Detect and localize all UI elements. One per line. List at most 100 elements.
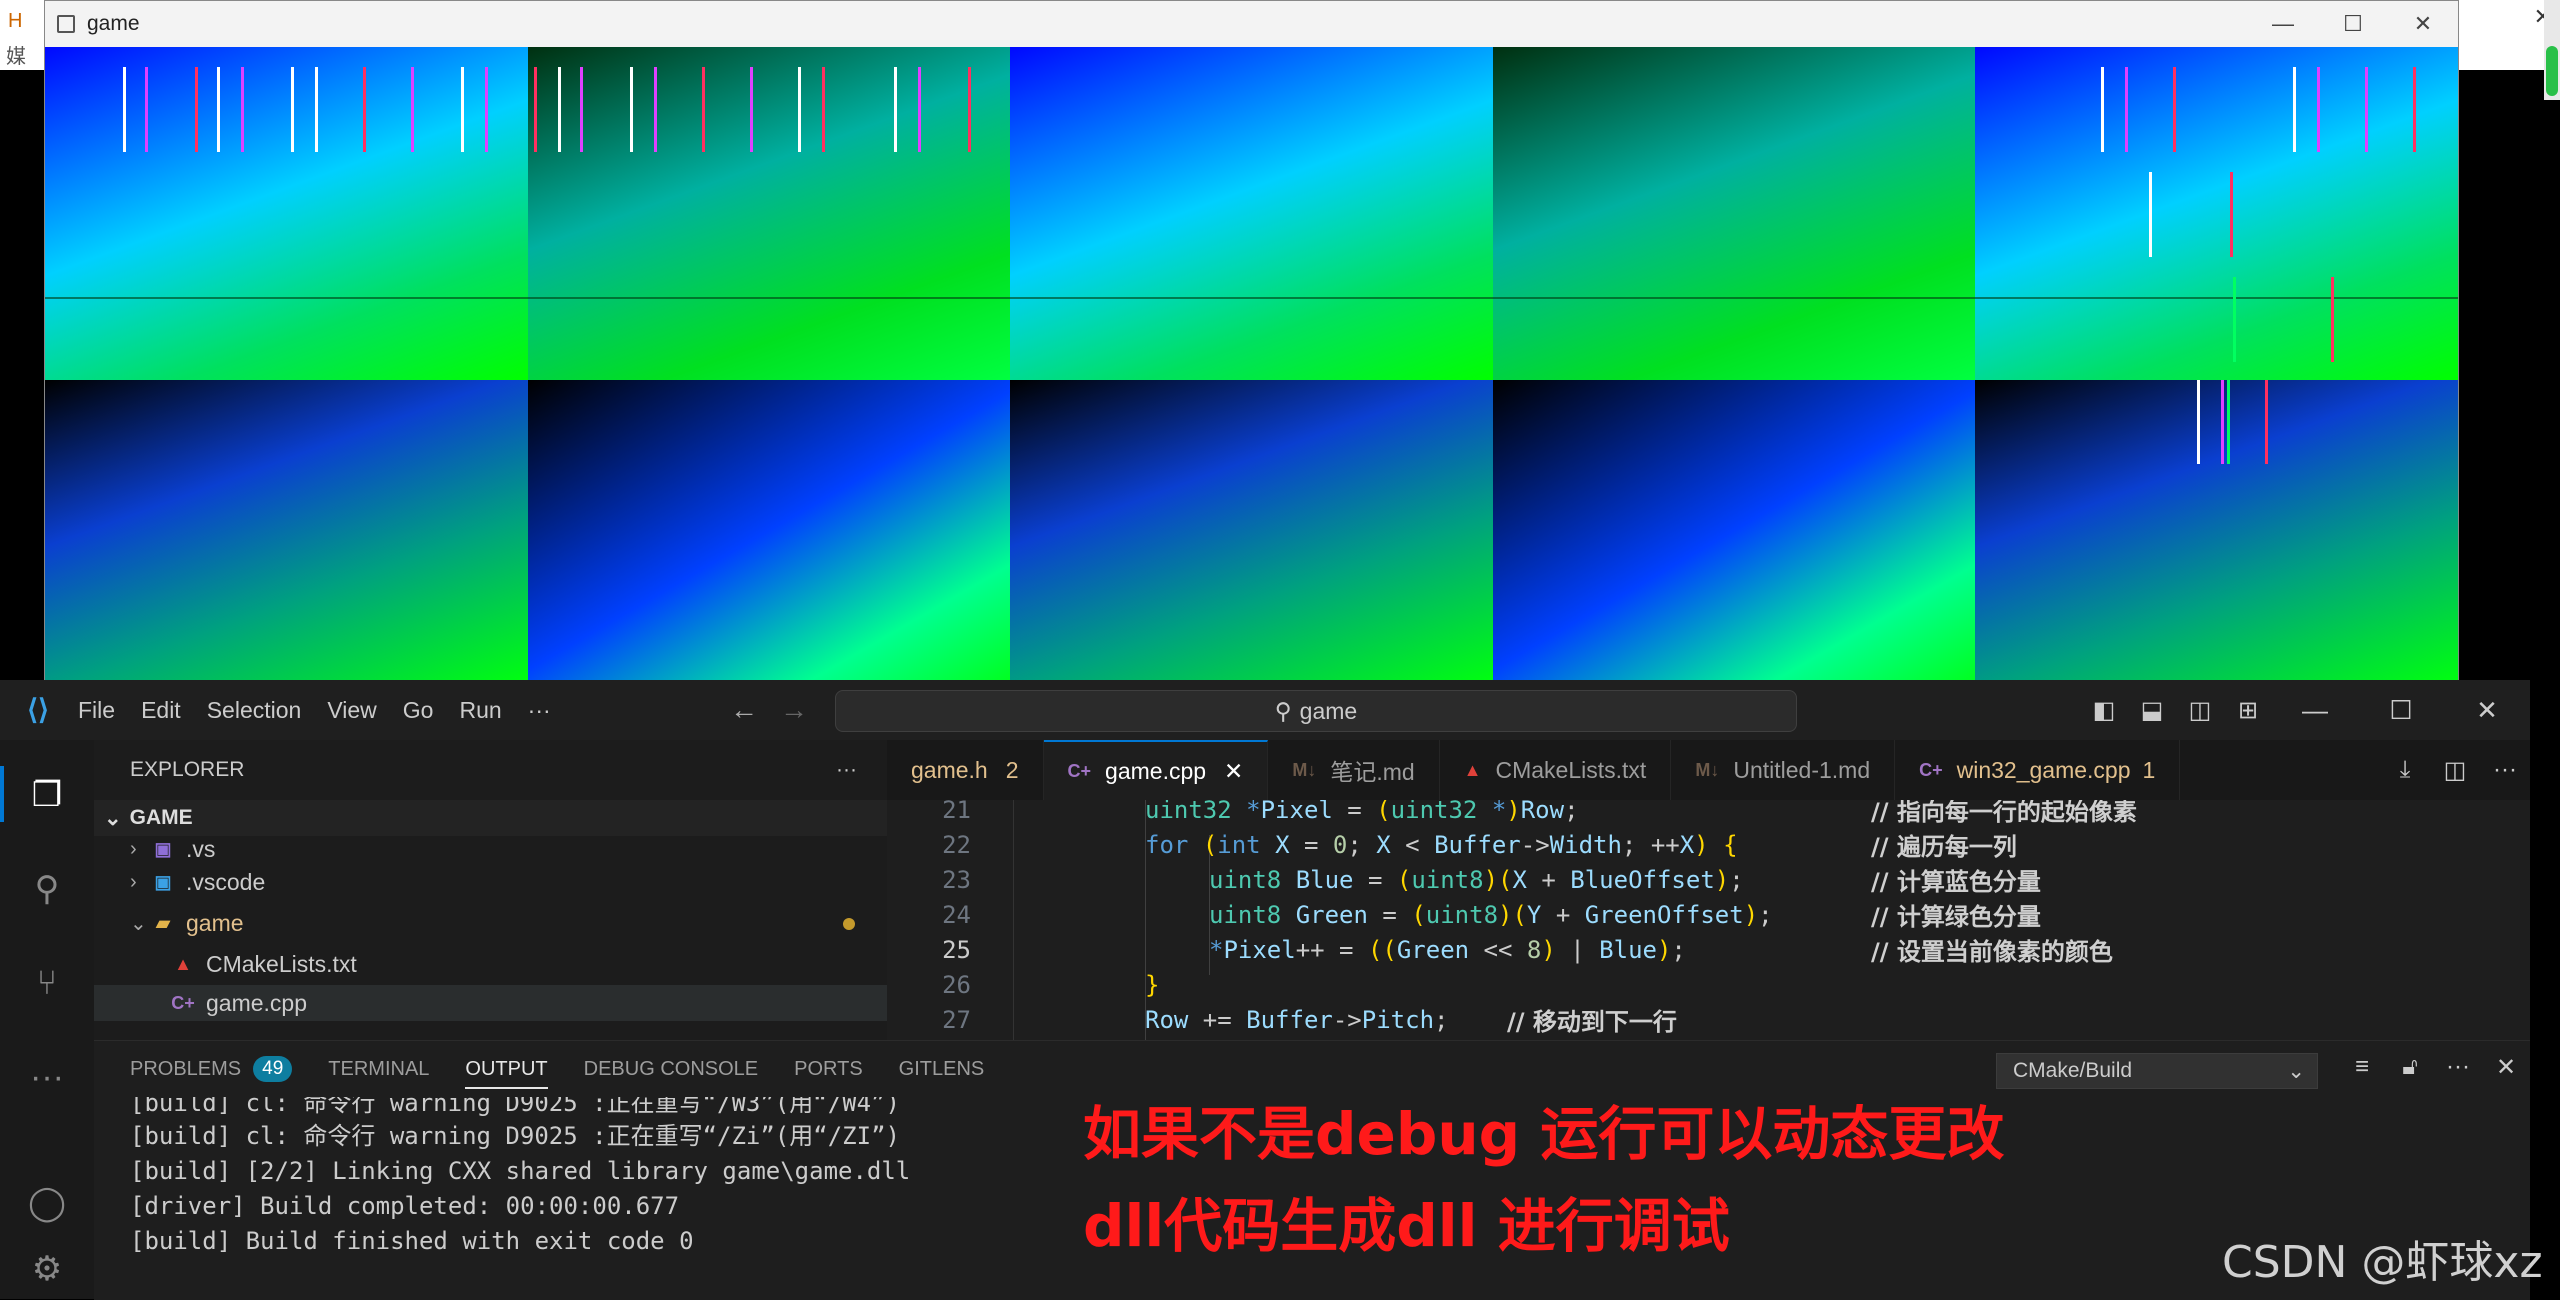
vscode-minimize-button[interactable]: — (2272, 695, 2358, 726)
forward-arrow-icon[interactable]: → (780, 694, 808, 726)
cmake-icon: ▲ (1463, 759, 1482, 780)
editor-more-icon[interactable]: ··· (2480, 756, 2530, 784)
vscode-close-button[interactable]: ✕ (2444, 695, 2530, 726)
tab-game-h[interactable]: game.h 2 (887, 740, 1044, 800)
code-comment: // 指向每一行的起始像素 (1871, 800, 2137, 826)
toggle-panel-icon[interactable]: ⬓ (2128, 696, 2176, 725)
settings-gear-icon[interactable]: ⚙ (24, 1246, 70, 1292)
tree-label: .vscode (186, 869, 266, 895)
close-button[interactable]: ✕ (2388, 1, 2458, 47)
tab-debug-console[interactable]: DEBUG CONSOLE (584, 1058, 758, 1081)
menu-view[interactable]: View (327, 697, 376, 724)
account-icon[interactable]: ◯ (24, 1180, 70, 1226)
code-comment: // 设置当前像素的颜色 (1871, 938, 2113, 966)
output-channel-select[interactable]: CMake/Build ⌄ (1996, 1053, 2318, 1089)
code-comment: // 计算绿色分量 (1871, 903, 2041, 931)
menu-go[interactable]: Go (403, 697, 434, 724)
tab-cmakelists[interactable]: ▲ CMakeLists.txt (1440, 740, 1672, 800)
code-editor[interactable]: 21 uint32 *Pixel = (uint32 *)Row; // 指向每… (887, 800, 2530, 1040)
folder-icon: ▣ (154, 838, 172, 859)
tab-win32-game-cpp[interactable]: C+ win32_game.cpp 1 (1895, 740, 2181, 800)
tab-problems[interactable]: PROBLEMS 49 (130, 1056, 293, 1082)
bg-scrollbar-thumb[interactable] (2546, 46, 2558, 96)
workspace-section[interactable]: ⌄ GAME (94, 800, 887, 836)
game-window-title: game (87, 12, 140, 35)
tab-close-icon[interactable]: ✕ (1224, 758, 1243, 785)
menu-selection[interactable]: Selection (207, 697, 302, 724)
source-control-icon[interactable]: ⑂ (24, 960, 70, 1006)
code-line: 24 uint8 Green = (uint8)(Y + GreenOffset… (887, 897, 2530, 932)
toggle-secondary-sidebar-icon[interactable]: ◫ (2176, 696, 2224, 725)
vscode-maximize-button[interactable]: ☐ (2358, 695, 2444, 726)
command-center-search[interactable]: ⚲ game (835, 690, 1797, 732)
tree-item-game-folder[interactable]: ⌄ ▰ game (94, 903, 887, 944)
watermark: CSDN @虾球xz (2222, 1237, 2543, 1288)
menu-run[interactable]: Run (459, 697, 501, 724)
chevron-down-icon: ⌄ (104, 806, 122, 830)
markdown-icon: M↓ (1292, 759, 1317, 780)
tree-item-game-cpp[interactable]: C+ game.cpp (94, 985, 887, 1021)
tree-label: .vs (186, 836, 216, 862)
maximize-button[interactable]: ☐ (2318, 1, 2388, 47)
back-arrow-icon[interactable]: ← (730, 694, 758, 726)
annotation-line: dll代码生成dll 进行调试 (1083, 1192, 1730, 1260)
explorer-header: EXPLORER ··· (94, 740, 887, 800)
game-render-canvas[interactable] (45, 47, 2458, 681)
explorer-more-button[interactable]: ··· (836, 758, 857, 782)
tree-item-cmakelists[interactable]: ▲ CMakeLists.txt (94, 944, 887, 985)
code-line: 21 uint32 *Pixel = (uint32 *)Row; // 指向每… (887, 800, 2530, 827)
open-folder-icon: ▰ (156, 913, 170, 933)
clear-output-icon[interactable]: ≡ (2338, 1053, 2386, 1082)
tree-item-vscode[interactable]: › ▣ .vscode (94, 862, 887, 903)
tab-notes-md[interactable]: M↓ 笔记.md (1268, 740, 1440, 800)
modified-dot (843, 917, 855, 930)
lock-scroll-icon[interactable]: 🔓︎ (2386, 1053, 2434, 1082)
chevron-down-icon: ⌄ (2287, 1059, 2305, 1083)
code-comment: // 移动到下一行 (1507, 1008, 1677, 1036)
tab-label: game.cpp (1105, 757, 1207, 784)
customize-layout-icon[interactable]: ⊞ (2224, 696, 2272, 725)
panel-more-icon[interactable]: ··· (2434, 1053, 2482, 1082)
tab-label: 笔记.md (1330, 759, 1415, 785)
annotation-line: 如果不是debug 运行可以动态更改 (1083, 1100, 2005, 1168)
bg-window-icon: H (8, 10, 23, 32)
output-log[interactable]: [build] cl: 命令行 warning D9025 :正在重写“/W3”… (130, 1097, 910, 1259)
problem-count-badge: 1 (2142, 756, 2156, 783)
gradient-tile (1010, 380, 1493, 681)
more-views-icon[interactable]: ··· (24, 1054, 70, 1100)
menu-more[interactable]: ··· (528, 697, 551, 724)
tab-label: Untitled-1.md (1733, 756, 1871, 783)
tab-label: game.h (911, 756, 988, 783)
download-icon[interactable]: ⤓ (2380, 756, 2430, 784)
vscode-logo-icon: ⟨⟩ (27, 694, 49, 725)
minimize-button[interactable]: — (2248, 1, 2318, 47)
code-line: 23 uint8 Blue = (uint8)(X + BlueOffset);… (887, 862, 2530, 897)
gradient-tile (527, 47, 1011, 380)
menu-file[interactable]: File (78, 697, 115, 724)
line-number: 26 (942, 970, 971, 999)
code-line: 27 Row += Buffer->Pitch; // 移动到下一行 (887, 1002, 2530, 1037)
explorer-icon[interactable]: ❐ (24, 772, 70, 818)
tree-item-vs[interactable]: › ▣ .vs (94, 836, 887, 862)
tab-ports[interactable]: PORTS (794, 1058, 863, 1081)
code-comment: // 遍历每一列 (1871, 833, 2017, 861)
gradient-tile (1010, 47, 1493, 380)
search-view-icon[interactable]: ⚲ (24, 866, 70, 912)
line-number: 24 (942, 900, 971, 929)
output-line: [build] cl: 命令行 warning D9025 :正在重写“/W3”… (130, 1097, 900, 1117)
split-editor-icon[interactable]: ◫ (2430, 756, 2480, 785)
tab-gitlens[interactable]: GITLENS (899, 1058, 985, 1081)
tab-game-cpp[interactable]: C+ game.cpp ✕ (1043, 740, 1269, 800)
line-number: 25 (942, 935, 971, 964)
tab-output[interactable]: OUTPUT (465, 1050, 548, 1089)
menu-edit[interactable]: Edit (141, 697, 181, 724)
tab-terminal[interactable]: TERMINAL (328, 1058, 429, 1081)
line-number: 21 (942, 800, 971, 824)
gradient-tile (45, 380, 528, 681)
activity-bar: ❐ ⚲ ⑂ ··· ◯ ⚙ (0, 740, 95, 1299)
tab-untitled-md[interactable]: M↓ Untitled-1.md (1671, 740, 1896, 800)
toggle-sidebar-icon[interactable]: ◧ (2080, 696, 2128, 725)
panel-close-icon[interactable]: ✕ (2482, 1053, 2530, 1082)
gradient-tile (1492, 380, 1976, 681)
code-line-current: 25 *Pixel++ = ((Green << 8) | Blue); // … (887, 932, 2530, 967)
